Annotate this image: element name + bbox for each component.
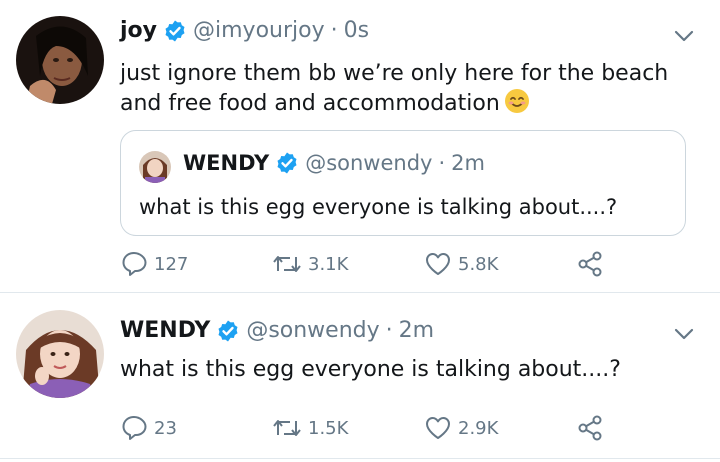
share-button[interactable] bbox=[576, 414, 610, 442]
tweet-wendy[interactable]: WENDY @sonwendy · 2m what is this egg ev… bbox=[0, 292, 720, 458]
verified-badge-icon bbox=[275, 151, 299, 175]
like-icon bbox=[426, 253, 450, 275]
reply-button[interactable]: 127 bbox=[120, 250, 188, 278]
handle[interactable]: @imyourjoy bbox=[193, 18, 325, 43]
smiling-face-emoji-icon bbox=[504, 88, 530, 122]
tweet-header: WENDY @sonwendy · 2m bbox=[120, 318, 434, 343]
quoted-tweet[interactable]: WENDY @sonwendy · 2m what is this egg ev… bbox=[120, 130, 686, 236]
tweet-text: what is this egg everyone is talking abo… bbox=[120, 357, 621, 382]
avatar-joy[interactable] bbox=[16, 16, 104, 104]
chevron-down-icon[interactable] bbox=[672, 322, 696, 346]
retweet-icon bbox=[273, 420, 301, 436]
timestamp[interactable]: 0s bbox=[344, 18, 369, 43]
retweet-button[interactable]: 3.1K bbox=[272, 250, 348, 278]
share-icon bbox=[578, 251, 602, 277]
quoted-timestamp: 2m bbox=[451, 151, 485, 175]
reply-count: 23 bbox=[154, 417, 177, 439]
separator: · bbox=[385, 318, 393, 343]
tweet-divider bbox=[0, 458, 720, 459]
display-name[interactable]: joy bbox=[120, 18, 157, 43]
share-icon bbox=[578, 415, 602, 441]
tweet-header: joy @imyourjoy · 0s bbox=[120, 18, 369, 43]
tweet-text-line: and free food and accommodation bbox=[120, 88, 700, 122]
share-button[interactable] bbox=[576, 250, 610, 278]
retweet-button[interactable]: 1.5K bbox=[272, 414, 348, 442]
like-button[interactable]: 2.9K bbox=[424, 414, 498, 442]
separator: · bbox=[330, 18, 338, 43]
like-icon bbox=[426, 417, 450, 439]
quoted-tweet-text: what is this egg everyone is talking abo… bbox=[139, 195, 618, 219]
tweet-text: just ignore them bb we’re only here for … bbox=[120, 60, 700, 122]
like-count: 2.9K bbox=[458, 417, 499, 439]
reply-icon bbox=[122, 416, 147, 440]
tweet-text-line: just ignore them bb we’re only here for … bbox=[120, 61, 669, 86]
quoted-display-name: WENDY bbox=[183, 151, 270, 175]
verified-badge-icon bbox=[163, 19, 187, 43]
reply-icon bbox=[122, 252, 147, 276]
retweet-count: 3.1K bbox=[308, 253, 349, 275]
quoted-handle: @sonwendy bbox=[305, 151, 433, 175]
like-button[interactable]: 5.8K bbox=[424, 250, 498, 278]
display-name[interactable]: WENDY bbox=[120, 318, 210, 343]
avatar-wendy[interactable] bbox=[16, 310, 104, 398]
verified-badge-icon bbox=[216, 319, 240, 343]
separator: · bbox=[438, 151, 446, 175]
retweet-count: 1.5K bbox=[308, 417, 349, 439]
tweet-text-line-2: and free food and accommodation bbox=[120, 91, 500, 116]
retweet-icon bbox=[273, 256, 301, 272]
quoted-tweet-header: WENDY @sonwendy · 2m bbox=[183, 151, 485, 175]
reply-button[interactable]: 23 bbox=[120, 414, 177, 442]
timestamp[interactable]: 2m bbox=[399, 318, 434, 343]
avatar-wendy-small bbox=[139, 151, 171, 183]
chevron-down-icon[interactable] bbox=[672, 24, 696, 48]
like-count: 5.8K bbox=[458, 253, 499, 275]
handle[interactable]: @sonwendy bbox=[246, 318, 379, 343]
tweet-joy[interactable]: joy @imyourjoy · 0s just ignore them bb … bbox=[0, 0, 720, 292]
reply-count: 127 bbox=[154, 253, 189, 275]
